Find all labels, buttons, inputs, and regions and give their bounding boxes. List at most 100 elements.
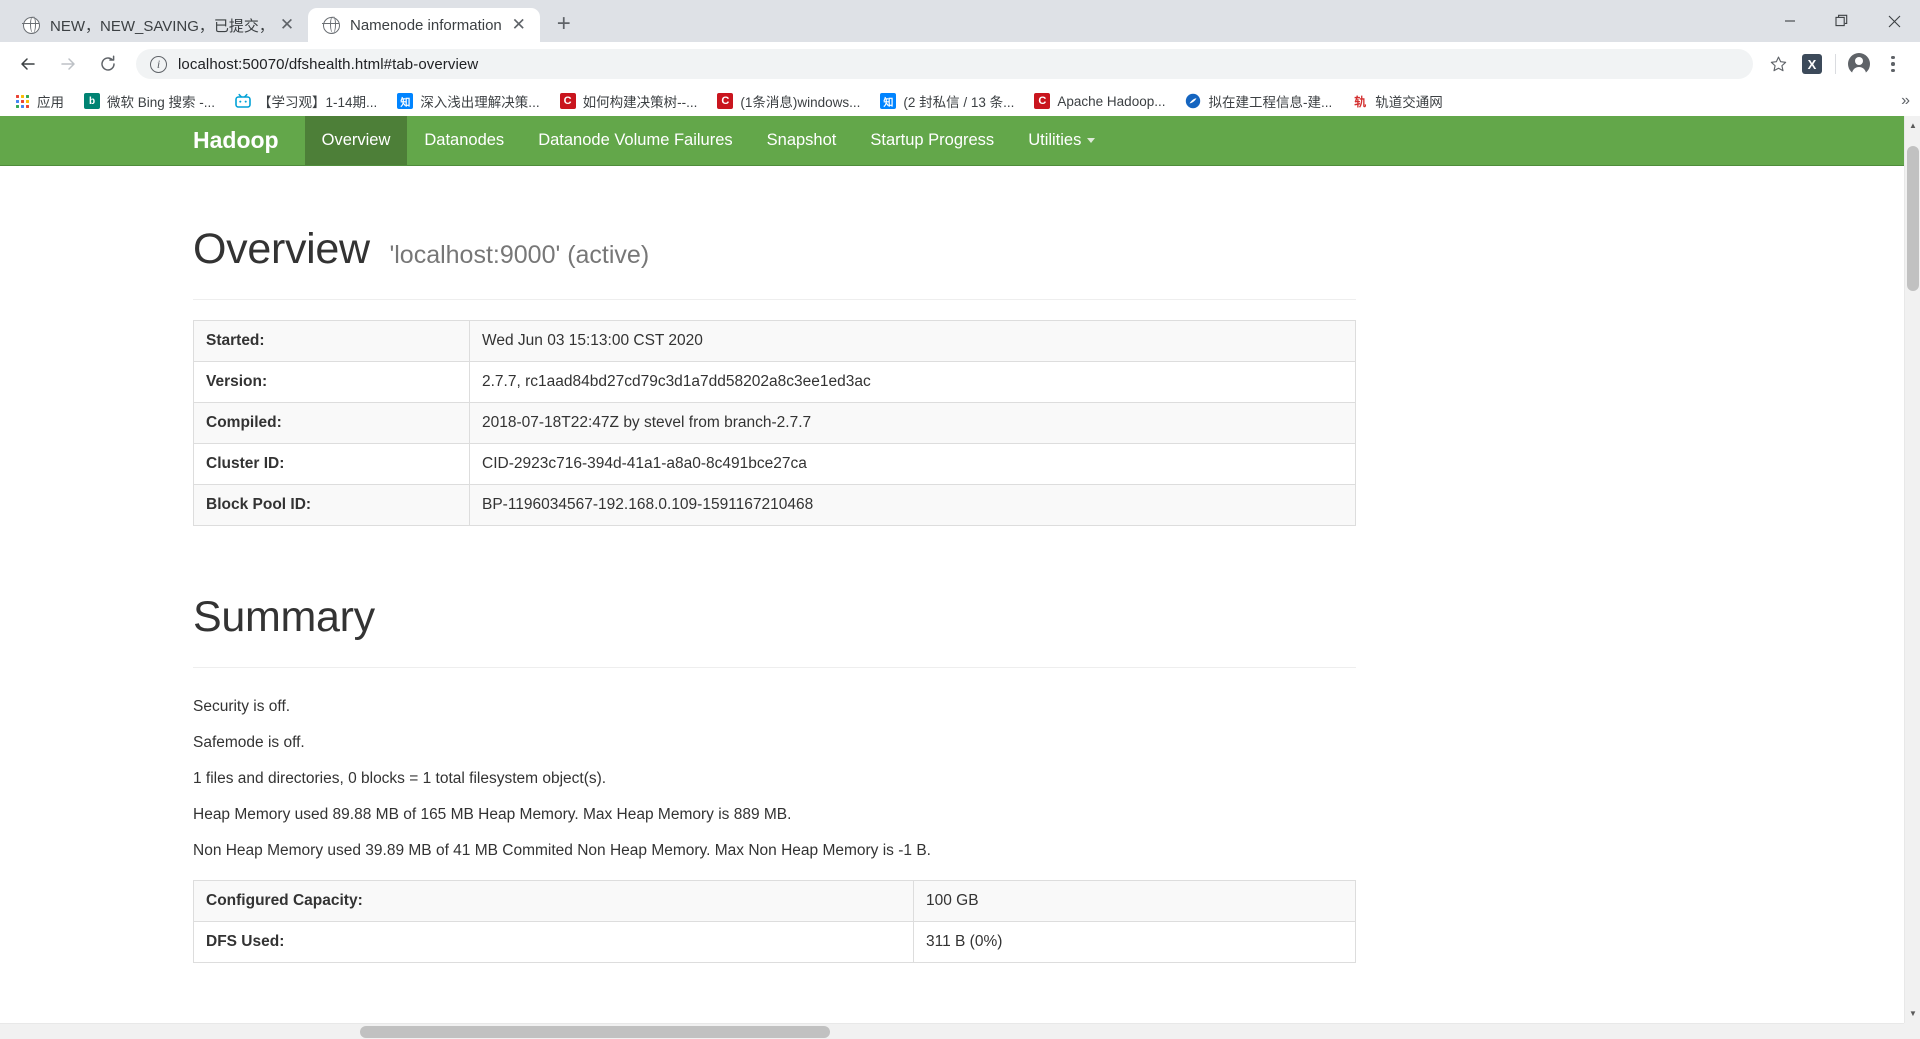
new-tab-button[interactable]: +: [548, 8, 580, 40]
row-label: Started:: [193, 320, 470, 362]
overview-subtitle: 'localhost:9000' (active): [389, 241, 650, 269]
summary-line-nonheap: Non Heap Memory used 39.89 MB of 41 MB C…: [193, 842, 931, 859]
url-text: localhost:50070/dfshealth.html#tab-overv…: [178, 55, 479, 73]
rail-icon: 轨: [1354, 94, 1367, 109]
browser-toolbar: i localhost:50070/dfshealth.html#tab-ove…: [0, 42, 1920, 86]
star-icon[interactable]: [1761, 47, 1795, 81]
close-icon[interactable]: ✕: [508, 14, 530, 36]
scrollbar-thumb[interactable]: [1907, 146, 1919, 291]
page-title: Overview 'localhost:9000' (active): [193, 228, 1356, 271]
bookmark-label: 轨道交通网: [1375, 95, 1443, 110]
bookmark-rail-transit[interactable]: 轨 轨道交通网: [1352, 91, 1443, 111]
bookmark-apps[interactable]: 应用: [14, 91, 64, 111]
extension-icon[interactable]: X: [1795, 47, 1829, 81]
overview-table: Started: Wed Jun 03 15:13:00 CST 2020 Ve…: [193, 320, 1356, 526]
summary-line-files: 1 files and directories, 0 blocks = 1 to…: [193, 770, 607, 787]
nav-datanodes[interactable]: Datanodes: [407, 116, 521, 165]
bookmark-label: 拟在建工程信息-建...: [1208, 95, 1333, 110]
page-content: Hadoop Overview Datanodes Datanode Volum…: [0, 116, 1904, 963]
bookmarks-overflow-button[interactable]: »: [1901, 92, 1910, 110]
maximize-icon[interactable]: [1816, 0, 1868, 42]
address-bar[interactable]: i localhost:50070/dfshealth.html#tab-ove…: [136, 49, 1753, 79]
close-icon[interactable]: [1868, 0, 1920, 42]
bookmark-apache-hadoop[interactable]: C Apache Hadoop...: [1034, 93, 1165, 109]
row-value: BP-1196034567-192.168.0.109-159116721046…: [482, 496, 814, 513]
bookmark-csdn-windows[interactable]: C (1条消息)windows...: [717, 91, 860, 111]
row-label: DFS Used:: [193, 921, 914, 963]
summary-table: Configured Capacity: 100 GB DFS Used: 31…: [193, 880, 1356, 963]
summary-line-safemode: Safemode is off.: [193, 734, 305, 751]
vertical-scrollbar[interactable]: ▲ ▼: [1904, 116, 1920, 1039]
page-viewport: Hadoop Overview Datanodes Datanode Volum…: [0, 116, 1920, 1039]
chevron-down-icon: [1087, 138, 1096, 143]
csdn-icon: C: [1034, 93, 1051, 109]
bookmark-construction-info[interactable]: 拟在建工程信息-建...: [1185, 91, 1332, 111]
kebab-menu-icon[interactable]: [1876, 47, 1910, 81]
scroll-up-icon[interactable]: ▲: [1905, 117, 1920, 133]
bilibili-icon: [235, 93, 251, 109]
summary-title: Summary: [193, 593, 375, 641]
minimize-icon[interactable]: [1764, 0, 1816, 42]
scrollbar-corner: [1904, 1023, 1920, 1039]
table-row: DFS Used: 311 B (0%): [193, 921, 1356, 963]
bookmark-zhihu-decision-tree[interactable]: 知 深入浅出理解决策...: [397, 91, 540, 111]
nav-utilities-label: Utilities: [1028, 131, 1082, 149]
table-row: Compiled: 2018-07-18T22:47Z by stevel fr…: [193, 402, 1356, 444]
site-icon: [1185, 93, 1201, 109]
hadoop-brand[interactable]: Hadoop: [193, 116, 299, 165]
bookmark-bing[interactable]: b 微软 Bing 搜索 -...: [84, 91, 215, 111]
bookmark-csdn-decision-tree[interactable]: C 如何构建决策树--...: [559, 91, 697, 111]
zhihu-icon: 知: [397, 93, 414, 109]
summary-divider: [193, 667, 1356, 668]
nav-utilities[interactable]: Utilities: [1011, 116, 1112, 165]
scroll-down-icon[interactable]: ▼: [1905, 1005, 1920, 1021]
tab-namenode-information[interactable]: Namenode information ✕: [308, 8, 540, 42]
bookmark-label: 深入浅出理解决策...: [420, 95, 540, 110]
nav-overview[interactable]: Overview: [304, 116, 408, 165]
title-divider: [193, 299, 1356, 300]
bookmark-label: 【学习观】1-14期...: [258, 95, 378, 110]
row-value: 100 GB: [926, 892, 979, 909]
reload-icon[interactable]: [90, 46, 126, 82]
close-icon[interactable]: ✕: [276, 14, 298, 36]
row-label: Block Pool ID:: [193, 484, 470, 526]
row-value: 2.7.7, rc1aad84bd27cd79c3d1a7dd58202a8c3…: [482, 373, 871, 390]
bookmark-label: (1条消息)windows...: [740, 95, 861, 110]
row-label: Cluster ID:: [193, 443, 470, 485]
avatar-icon[interactable]: [1842, 47, 1876, 81]
apps-grid-icon: [14, 93, 30, 109]
summary-lines: Security is off. Safemode is off. 1 file…: [193, 698, 1356, 860]
back-arrow-icon[interactable]: [10, 46, 46, 82]
toolbar-divider: [1835, 54, 1836, 74]
bookmark-label: Apache Hadoop...: [1057, 93, 1166, 109]
info-icon[interactable]: i: [150, 55, 167, 73]
nav-startup-progress[interactable]: Startup Progress: [853, 116, 1011, 165]
row-value: 2018-07-18T22:47Z by stevel from branch-…: [482, 414, 812, 431]
nav-datanode-volume-failures[interactable]: Datanode Volume Failures: [521, 116, 749, 165]
row-value: 311 B (0%): [926, 933, 1003, 950]
hadoop-navbar: Hadoop Overview Datanodes Datanode Volum…: [0, 116, 1904, 166]
bookmarks-bar: 应用 b 微软 Bing 搜索 -... 【学习观】1-14期... 知 深入浅…: [0, 86, 1920, 116]
row-label: Configured Capacity:: [193, 880, 914, 922]
table-row: Cluster ID: CID-2923c716-394d-41a1-a8a0-…: [193, 443, 1356, 485]
row-value: CID-2923c716-394d-41a1-a8a0-8c491bce27ca: [482, 455, 807, 472]
tab-strip: NEW，NEW_SAVING，已提交， ✕ Namenode informati…: [0, 0, 1920, 42]
table-row: Block Pool ID: BP-1196034567-192.168.0.1…: [193, 484, 1356, 526]
nav-snapshot[interactable]: Snapshot: [750, 116, 854, 165]
tab-new-saving[interactable]: NEW，NEW_SAVING，已提交， ✕: [8, 8, 308, 42]
scrollbar-thumb[interactable]: [360, 1026, 830, 1038]
bookmark-bilibili[interactable]: 【学习观】1-14期...: [235, 91, 377, 111]
tab-title: NEW，NEW_SAVING，已提交，: [50, 17, 270, 35]
bookmark-label: (2 封私信 / 13 条...: [903, 95, 1015, 110]
summary-line-security: Security is off.: [193, 698, 291, 715]
zhihu-icon: 知: [880, 93, 897, 109]
row-value: Wed Jun 03 15:13:00 CST 2020: [482, 332, 703, 349]
bookmark-zhihu-messages[interactable]: 知 (2 封私信 / 13 条...: [880, 91, 1014, 111]
bookmark-label: 应用: [37, 95, 64, 110]
browser-window: NEW，NEW_SAVING，已提交， ✕ Namenode informati…: [0, 0, 1920, 1039]
table-row: Started: Wed Jun 03 15:13:00 CST 2020: [193, 320, 1356, 362]
horizontal-scrollbar[interactable]: [0, 1023, 1904, 1039]
bookmark-label: 微软 Bing 搜索 -...: [107, 95, 216, 110]
csdn-icon: C: [717, 93, 734, 109]
forward-arrow-icon[interactable]: [50, 46, 86, 82]
